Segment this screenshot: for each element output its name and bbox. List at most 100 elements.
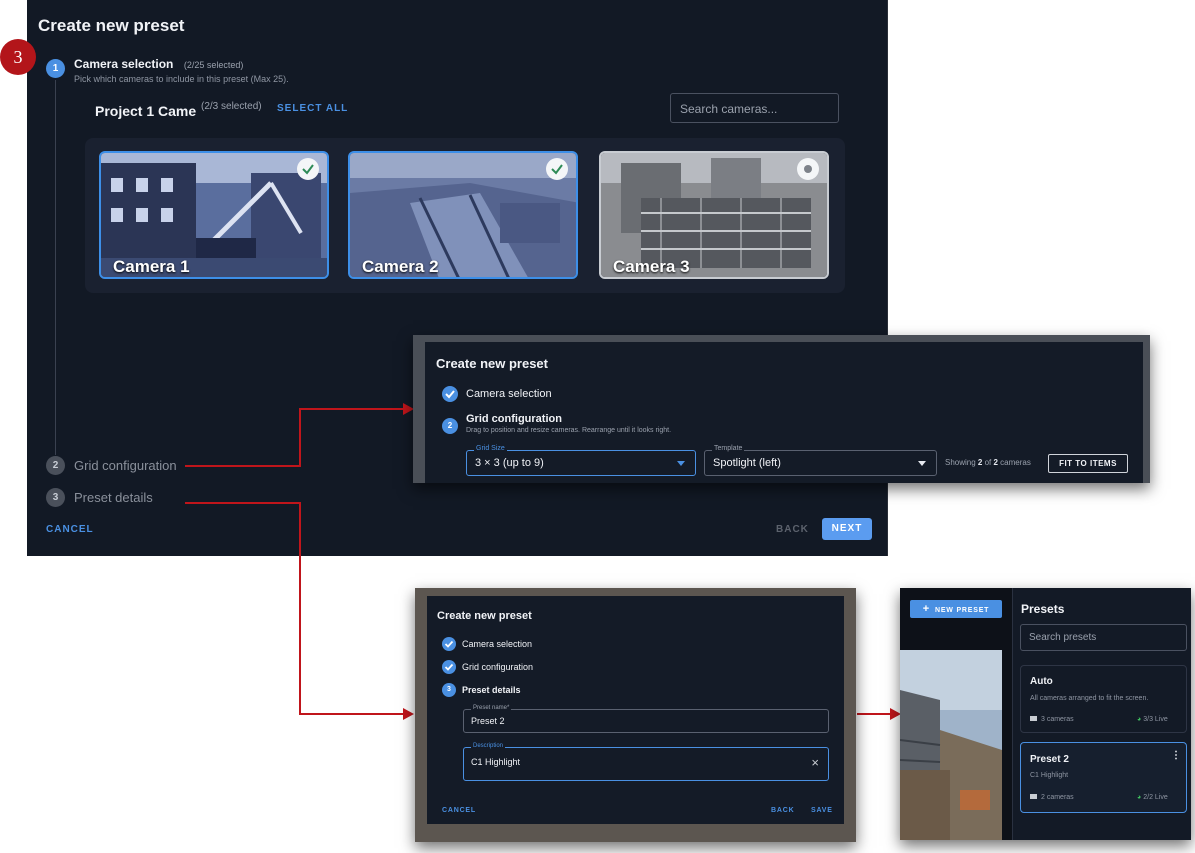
step-1-subtitle: Pick which cameras to include in this pr… xyxy=(74,74,289,84)
cancel-button[interactable]: CANCEL xyxy=(46,524,94,535)
project-name: Project 1 Came xyxy=(95,103,197,119)
step-3-title[interactable]: Preset details xyxy=(462,685,521,695)
unselected-radio-icon xyxy=(797,158,819,180)
step-2-title[interactable]: Grid configuration xyxy=(466,413,562,425)
dialog-title: Create new preset xyxy=(38,16,185,35)
showing-count: Showing 2 of 2 cameras xyxy=(945,458,1031,467)
arrow-head-icon xyxy=(403,708,414,720)
dialog-title: Create new preset xyxy=(437,610,532,622)
selected-check-icon xyxy=(297,158,319,180)
template-select[interactable]: Template Spotlight (left) xyxy=(704,445,937,476)
grid-size-label: Grid Size xyxy=(474,445,507,452)
description-label: Description xyxy=(471,743,506,749)
project-count: (2/3 selected) xyxy=(201,101,262,112)
step-1-title: Camera selection xyxy=(74,57,174,71)
template-value: Spotlight (left) xyxy=(713,457,781,469)
preset-card-preset-2[interactable]: Preset 2 C1 Highlight ⋮ 2 cameras ◕ 2/2 L… xyxy=(1020,742,1187,813)
step-1-title[interactable]: Camera selection xyxy=(466,388,552,400)
step-2-indicator: 2 xyxy=(46,456,65,475)
new-preset-label: NEW PRESET xyxy=(934,607,990,614)
next-button[interactable]: NEXT xyxy=(822,518,872,540)
grid-size-select[interactable]: Grid Size 3 × 3 (up to 9) xyxy=(466,445,696,476)
preset-camera-count: 2 cameras xyxy=(1030,794,1074,801)
camera-search-input[interactable]: Search cameras... xyxy=(670,93,839,123)
live-count-text: 3/3 Live xyxy=(1143,716,1168,723)
preset-details-screenshot: Create new preset Camera selection Grid … xyxy=(415,588,856,842)
preset-description: C1 Highlight xyxy=(1030,772,1069,779)
step-2-title[interactable]: Grid configuration xyxy=(462,662,533,672)
step-2-indicator: 2 xyxy=(442,418,458,434)
arrow-line xyxy=(299,502,301,715)
preset-name-label: Preset name* xyxy=(471,705,512,711)
wifi-icon: ◕ xyxy=(1137,794,1142,801)
step-2-subtitle: Drag to position and resize cameras. Rea… xyxy=(466,427,672,434)
dialog-title: Create new preset xyxy=(436,356,548,371)
step-2-title[interactable]: Grid configuration xyxy=(74,458,177,473)
preset-description: All cameras arranged to fit the screen. xyxy=(1030,695,1149,702)
camera-1-label: Camera 1 xyxy=(113,257,190,276)
camera-3-label: Camera 3 xyxy=(613,257,690,276)
camera-feed-image xyxy=(900,650,1002,840)
camera-icon xyxy=(1030,794,1037,799)
back-button[interactable]: BACK xyxy=(776,524,809,535)
new-preset-button[interactable]: + NEW PRESET xyxy=(910,600,1002,618)
chevron-down-icon xyxy=(677,461,685,466)
grid-size-value: 3 × 3 (up to 9) xyxy=(475,457,544,469)
preset-live-status: ◕ 2/2 Live xyxy=(1137,794,1168,801)
camera-2-label: Camera 2 xyxy=(362,257,439,276)
arrow-line xyxy=(299,713,404,715)
step-1-header[interactable]: Camera selection (2/25 selected) Pick wh… xyxy=(74,55,289,84)
stepper-line xyxy=(55,80,56,455)
description-field[interactable]: Description C1 Highlight × xyxy=(463,743,829,781)
step-3-title[interactable]: Preset details xyxy=(74,490,153,505)
camera-card-1[interactable]: Camera 1 xyxy=(99,151,329,279)
select-all-button[interactable]: SELECT ALL xyxy=(277,103,348,114)
more-options-icon[interactable]: ⋮ xyxy=(1171,750,1181,761)
showing-suffix: cameras xyxy=(997,458,1031,467)
divider xyxy=(1012,588,1013,840)
chevron-down-icon xyxy=(918,461,926,466)
step-3-indicator: 3 xyxy=(442,683,456,697)
fit-to-items-button[interactable]: FIT TO ITEMS xyxy=(1048,454,1128,473)
preset-card-auto[interactable]: Auto All cameras arranged to fit the scr… xyxy=(1020,665,1187,733)
step-1-count: (2/25 selected) xyxy=(183,60,244,70)
save-button[interactable]: SAVE xyxy=(811,807,833,814)
template-label: Template xyxy=(712,445,745,452)
preset-details-dialog: Create new preset Camera selection Grid … xyxy=(427,596,844,824)
arrow-line xyxy=(299,408,301,467)
arrow-line xyxy=(185,465,301,467)
step-3-indicator: 3 xyxy=(46,488,65,507)
check-circle-icon xyxy=(442,637,456,651)
preset-live-status: ◕ 3/3 Live xyxy=(1137,716,1168,723)
preset-camera-count: 3 cameras xyxy=(1030,716,1074,723)
cancel-button[interactable]: CANCEL xyxy=(442,807,476,814)
arrow-line xyxy=(299,408,404,410)
check-circle-icon xyxy=(442,660,456,674)
search-presets-input[interactable]: Search presets xyxy=(1020,624,1187,651)
presets-panel-screenshot: + NEW PRESET Presets Search presets Auto … xyxy=(900,588,1191,840)
step-1-title[interactable]: Camera selection xyxy=(462,639,532,649)
showing-prefix: Showing xyxy=(945,458,978,467)
camera-grid: Camera 1 Camera 2 Camera 3 xyxy=(85,138,845,293)
description-value: C1 Highlight xyxy=(471,757,521,767)
arrow-line xyxy=(185,502,301,504)
selected-check-icon xyxy=(546,158,568,180)
plus-icon: + xyxy=(922,603,930,615)
preset-name: Preset 2 xyxy=(1030,754,1069,765)
presets-heading: Presets xyxy=(1021,602,1065,616)
camera-count-text: 3 cameras xyxy=(1041,716,1074,723)
wifi-icon: ◕ xyxy=(1137,716,1142,723)
back-button[interactable]: BACK xyxy=(771,807,794,814)
camera-icon xyxy=(1030,716,1037,721)
preset-name-field[interactable]: Preset name* Preset 2 xyxy=(463,705,829,733)
check-circle-icon xyxy=(442,386,458,402)
grid-config-screenshot: Create new preset Camera selection 2 Gri… xyxy=(413,335,1150,483)
camera-card-2[interactable]: Camera 2 xyxy=(348,151,578,279)
camera-count-text: 2 cameras xyxy=(1041,794,1074,801)
live-count-text: 2/2 Live xyxy=(1143,794,1168,801)
grid-config-dialog: Create new preset Camera selection 2 Gri… xyxy=(425,342,1143,483)
preset-name: Auto xyxy=(1030,676,1053,687)
camera-card-3[interactable]: Camera 3 xyxy=(599,151,829,279)
callout-badge: 3 xyxy=(0,39,36,75)
clear-icon[interactable]: × xyxy=(811,755,819,770)
